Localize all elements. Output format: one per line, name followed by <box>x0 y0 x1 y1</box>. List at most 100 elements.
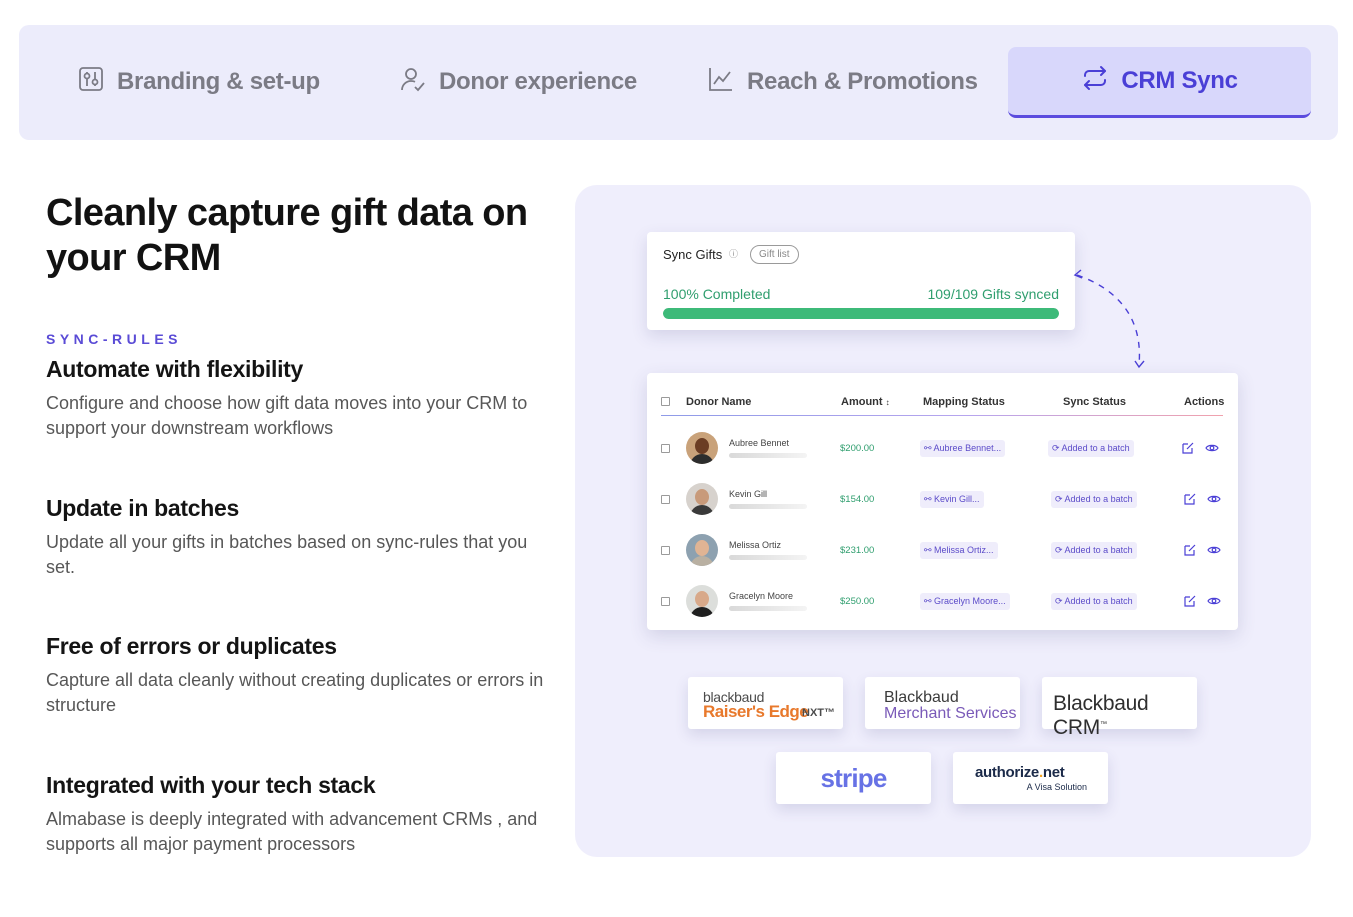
mapping-status-text: Aubree Bennet... <box>933 443 1002 453</box>
tab-branding-setup[interactable]: Branding & set-up <box>77 47 320 117</box>
feature-body: Configure and choose how gift data moves… <box>46 393 528 438</box>
sync-status-text: Added to a batch <box>1064 494 1133 504</box>
feature-body: Capture all data cleanly without creatin… <box>46 670 544 715</box>
info-icon: ⓘ <box>729 249 739 259</box>
header-divider <box>661 415 1223 416</box>
trademark-mark: ™ <box>1099 721 1107 728</box>
tab-label: CRM Sync <box>1121 67 1238 94</box>
completion-percent: 100% Completed <box>663 286 771 302</box>
feature-title: Update in batches <box>46 495 239 521</box>
edit-icon[interactable] <box>1183 492 1197 506</box>
tab-reach-promotions[interactable]: Reach & Promotions <box>707 47 978 117</box>
feature-title: Automate with flexibility <box>46 356 304 382</box>
row-checkbox[interactable] <box>661 495 670 504</box>
blackbaud-crm-label: Blackbaud CRM™ <box>1053 692 1197 740</box>
eye-icon[interactable] <box>1207 543 1221 557</box>
authorize-net-main: authorize <box>975 764 1039 781</box>
table-row: Aubree Bennet $200.00 ⚯ Aubree Bennet...… <box>647 423 1238 473</box>
mapping-status-text: Gracelyn Moore... <box>934 596 1006 606</box>
edit-icon[interactable] <box>1181 441 1195 455</box>
row-checkbox[interactable] <box>661 597 670 606</box>
stripe-logo: stripe <box>776 752 931 804</box>
avatar <box>686 432 718 464</box>
feature-body: Almabase is deeply integrated with advan… <box>46 809 538 854</box>
mapping-status-pill[interactable]: ⚯ Aubree Bennet... <box>920 440 1006 457</box>
raisers-edge-suffix: NXT™ <box>802 707 835 719</box>
gift-amount: $250.00 <box>840 596 875 607</box>
donor-subtext-placeholder <box>729 606 807 611</box>
authorize-net-tagline: A Visa Solution <box>1026 782 1087 792</box>
line-chart-icon <box>707 65 735 100</box>
gift-amount: $200.00 <box>840 443 875 454</box>
donor-subtext-placeholder <box>729 504 807 509</box>
gifts-synced-count: 109/109 Gifts synced <box>927 286 1059 302</box>
sync-card-title: Sync Gifts <box>663 247 723 262</box>
sync-status-pill: ⟳ Added to a batch <box>1048 440 1134 457</box>
mapping-status-pill[interactable]: ⚯ Melissa Ortiz... <box>920 542 998 559</box>
raisers-edge-product: Raiser's Edge <box>703 702 809 721</box>
feature-body: Update all your gifts in batches based o… <box>46 532 528 577</box>
sync-status-pill: ⟳ Added to a batch <box>1051 593 1137 610</box>
feature-no-errors: Free of errors or duplicates Capture all… <box>46 632 546 718</box>
donor-subtext-placeholder <box>729 555 807 560</box>
eye-icon[interactable] <box>1207 492 1221 506</box>
authorize-net-end: net <box>1042 764 1065 781</box>
col-amount-label: Amount <box>841 396 883 408</box>
authorize-net-logo: authorize.net A Visa Solution <box>953 752 1108 804</box>
sync-status-pill: ⟳ Added to a batch <box>1051 491 1137 508</box>
col-mapping-status: Mapping Status <box>923 396 1005 408</box>
donor-name: Melissa Ortiz <box>729 540 782 550</box>
dashed-curve-arrow-icon <box>1073 269 1145 369</box>
table-row: Gracelyn Moore $250.00 ⚯ Gracelyn Moore.… <box>647 576 1238 626</box>
feature-title: Integrated with your tech stack <box>46 772 376 798</box>
section-eyebrow: SYNC-RULES <box>46 331 183 347</box>
gift-amount: $154.00 <box>840 494 875 505</box>
sort-icon: ↕ <box>885 398 890 407</box>
raisers-edge-logo: blackbaud Raiser's Edge NXT™ <box>688 677 843 729</box>
tab-donor-experience[interactable]: Donor experience <box>399 47 637 117</box>
col-sync-status: Sync Status <box>1063 396 1126 408</box>
donor-name: Kevin Gill <box>729 489 768 499</box>
row-checkbox[interactable] <box>661 546 670 555</box>
sync-status-pill: ⟳ Added to a batch <box>1051 542 1137 559</box>
avatar <box>686 534 718 566</box>
table-row: Kevin Gill $154.00 ⚯ Kevin Gill... ⟳ Add… <box>647 474 1238 524</box>
donor-name: Gracelyn Moore <box>729 591 794 601</box>
gift-amount: $231.00 <box>840 545 875 556</box>
sliders-icon <box>77 65 105 100</box>
col-donor-name: Donor Name <box>686 396 752 408</box>
eye-icon[interactable] <box>1205 441 1219 455</box>
stripe-wordmark: stripe <box>820 763 887 793</box>
donor-sync-table: Donor Name Amount ↕ Mapping Status Sync … <box>647 373 1238 630</box>
mapping-status-text: Melissa Ortiz... <box>934 545 994 555</box>
tab-crm-sync[interactable]: CRM Sync <box>1008 47 1311 118</box>
authorize-net-wordmark: authorize.net <box>975 764 1065 781</box>
mapping-status-pill[interactable]: ⚯ Gracelyn Moore... <box>920 593 1010 610</box>
gift-list-pill[interactable]: Gift list <box>750 245 799 264</box>
user-check-icon <box>399 65 427 100</box>
blackbaud-crm-text: Blackbaud CRM <box>1053 692 1149 739</box>
feature-integrated: Integrated with your tech stack Almabase… <box>46 771 546 857</box>
sync-gifts-card: Sync Gifts ⓘ Gift list 100% Completed 10… <box>647 232 1075 330</box>
col-actions: Actions <box>1184 396 1225 408</box>
sync-progress-bar <box>663 308 1059 319</box>
row-checkbox[interactable] <box>661 444 670 453</box>
merchant-services-product: Merchant Services <box>884 705 1017 722</box>
feature-title: Free of errors or duplicates <box>46 633 337 659</box>
tab-label: Donor experience <box>439 68 637 95</box>
eye-icon[interactable] <box>1207 594 1221 608</box>
donor-subtext-placeholder <box>729 453 807 458</box>
merchant-services-logo: Blackbaud Merchant Services <box>865 677 1020 729</box>
edit-icon[interactable] <box>1183 543 1197 557</box>
illustration-panel: Sync Gifts ⓘ Gift list 100% Completed 10… <box>575 185 1311 857</box>
select-all-checkbox[interactable] <box>661 397 670 406</box>
sync-progress-fill <box>663 308 1059 319</box>
tab-label: Branding & set-up <box>117 68 320 95</box>
table-row: Melissa Ortiz $231.00 ⚯ Melissa Ortiz...… <box>647 525 1238 575</box>
mapping-status-pill[interactable]: ⚯ Kevin Gill... <box>920 491 984 508</box>
sync-status-text: Added to a batch <box>1064 545 1133 555</box>
feature-automate: Automate with flexibility Configure and … <box>46 355 546 441</box>
col-amount[interactable]: Amount ↕ <box>841 396 890 408</box>
sync-arrows-icon <box>1081 64 1109 99</box>
edit-icon[interactable] <box>1183 594 1197 608</box>
